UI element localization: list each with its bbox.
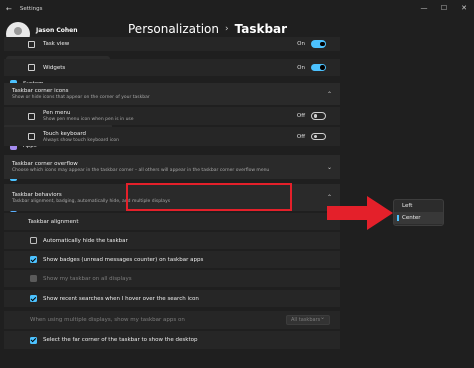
- window-controls: — ☐ ✕: [414, 0, 474, 18]
- corner-icons-title: Taskbar corner icons: [12, 88, 69, 94]
- task-view-icon: [28, 40, 35, 48]
- chevron-up-icon[interactable]: ⌃: [327, 91, 332, 98]
- far-corner-row[interactable]: Select the far corner of the taskbar to …: [4, 331, 340, 349]
- recent-searches-label: Show recent searches when I hover over t…: [43, 295, 199, 302]
- touch-keyboard-toggle[interactable]: Off: [296, 132, 326, 141]
- close-button[interactable]: ✕: [454, 0, 474, 18]
- recent-searches-row[interactable]: Show recent searches when I hover over t…: [4, 290, 340, 307]
- widgets-row[interactable]: Widgets On: [4, 59, 340, 76]
- minimize-button[interactable]: —: [414, 0, 434, 18]
- annotation-highlight-box: [126, 183, 292, 211]
- touch-keyboard-row[interactable]: Touch keyboard Always show touch keyboar…: [4, 127, 340, 146]
- touch-keyboard-label: Touch keyboard: [43, 130, 87, 137]
- corner-overflow-title: Taskbar corner overflow: [12, 161, 78, 167]
- multi-display-dropdown: All taskbars: [286, 314, 330, 325]
- breadcrumb-parent[interactable]: Personalization: [128, 22, 219, 36]
- pen-menu-desc: Show pen menu icon when pen is in use: [43, 117, 134, 122]
- badges-row[interactable]: Show badges (unread messages counter) on…: [4, 251, 340, 268]
- multi-display-row: When using multiple displays, show my ta…: [4, 311, 340, 329]
- profile-name: Jason Cohen: [36, 27, 78, 34]
- task-view-label: Task view: [43, 41, 70, 47]
- widgets-toggle[interactable]: On: [297, 63, 326, 72]
- alignment-option-left[interactable]: Left: [394, 200, 443, 212]
- corner-icons-header[interactable]: Taskbar corner icons Show or hide icons …: [4, 83, 340, 105]
- recent-searches-checkbox[interactable]: [30, 295, 37, 302]
- touch-keyboard-desc: Always show touch keyboard icon: [43, 137, 120, 143]
- breadcrumb: Personalization › Taskbar: [128, 22, 287, 36]
- alignment-dropdown-menu[interactable]: Left Center: [393, 199, 444, 226]
- toggle-switch[interactable]: [311, 40, 326, 48]
- all-displays-row: Show my taskbar on all displays: [4, 270, 340, 287]
- task-view-state: On: [297, 41, 305, 47]
- widgets-icon: [28, 64, 35, 71]
- chevron-down-icon[interactable]: ⌄: [327, 164, 332, 171]
- far-corner-checkbox[interactable]: [30, 336, 37, 344]
- all-displays-checkbox: [30, 275, 37, 282]
- multi-display-label: When using multiple displays, show my ta…: [30, 317, 185, 323]
- pen-menu-row[interactable]: Pen menu Show pen menu icon when pen is …: [4, 107, 340, 125]
- touch-keyboard-state: Off: [296, 133, 305, 140]
- all-displays-label: Show my taskbar on all displays: [43, 275, 132, 282]
- page-title: Taskbar: [234, 22, 288, 36]
- title-bar: ← Settings — ☐ ✕: [0, 0, 474, 18]
- alignment-label: Taskbar alignment: [28, 218, 79, 225]
- autohide-label: Automatically hide the taskbar: [43, 237, 128, 244]
- pen-icon: [28, 112, 35, 120]
- back-arrow-icon[interactable]: ←: [6, 5, 12, 13]
- autohide-row[interactable]: Automatically hide the taskbar: [4, 232, 340, 249]
- pen-menu-label: Pen menu: [43, 110, 71, 116]
- annotation-arrow-icon: [327, 196, 393, 230]
- widgets-label: Widgets: [43, 64, 66, 71]
- toggle-switch[interactable]: [311, 132, 326, 141]
- widgets-state: On: [297, 64, 305, 71]
- toggle-switch[interactable]: [311, 63, 326, 72]
- toggle-switch[interactable]: [311, 112, 326, 120]
- pen-menu-toggle[interactable]: Off: [297, 112, 326, 120]
- corner-overflow-desc: Choose which icons may appear in the tas…: [12, 168, 270, 173]
- maximize-button[interactable]: ☐: [434, 0, 454, 18]
- task-view-row[interactable]: Task view On: [4, 37, 340, 51]
- autohide-checkbox[interactable]: [30, 237, 37, 244]
- alignment-row[interactable]: Taskbar alignment: [4, 213, 340, 230]
- far-corner-label: Select the far corner of the taskbar to …: [43, 337, 198, 343]
- keyboard-icon: [28, 133, 35, 140]
- badges-checkbox[interactable]: [30, 256, 37, 263]
- settings-window: ← Settings — ☐ ✕ Jason Cohen SystemBluet…: [0, 0, 474, 368]
- task-view-toggle[interactable]: On: [297, 40, 326, 48]
- corner-overflow-header[interactable]: Taskbar corner overflow Choose which ico…: [4, 155, 340, 179]
- pen-menu-state: Off: [296, 113, 305, 119]
- breadcrumb-separator: ›: [224, 24, 229, 34]
- badges-label: Show badges (unread messages counter) on…: [43, 256, 204, 263]
- window-title: Settings: [19, 6, 43, 12]
- alignment-option-center[interactable]: Center: [394, 212, 443, 224]
- corner-icons-desc: Show or hide icons that appear on the co…: [12, 95, 150, 100]
